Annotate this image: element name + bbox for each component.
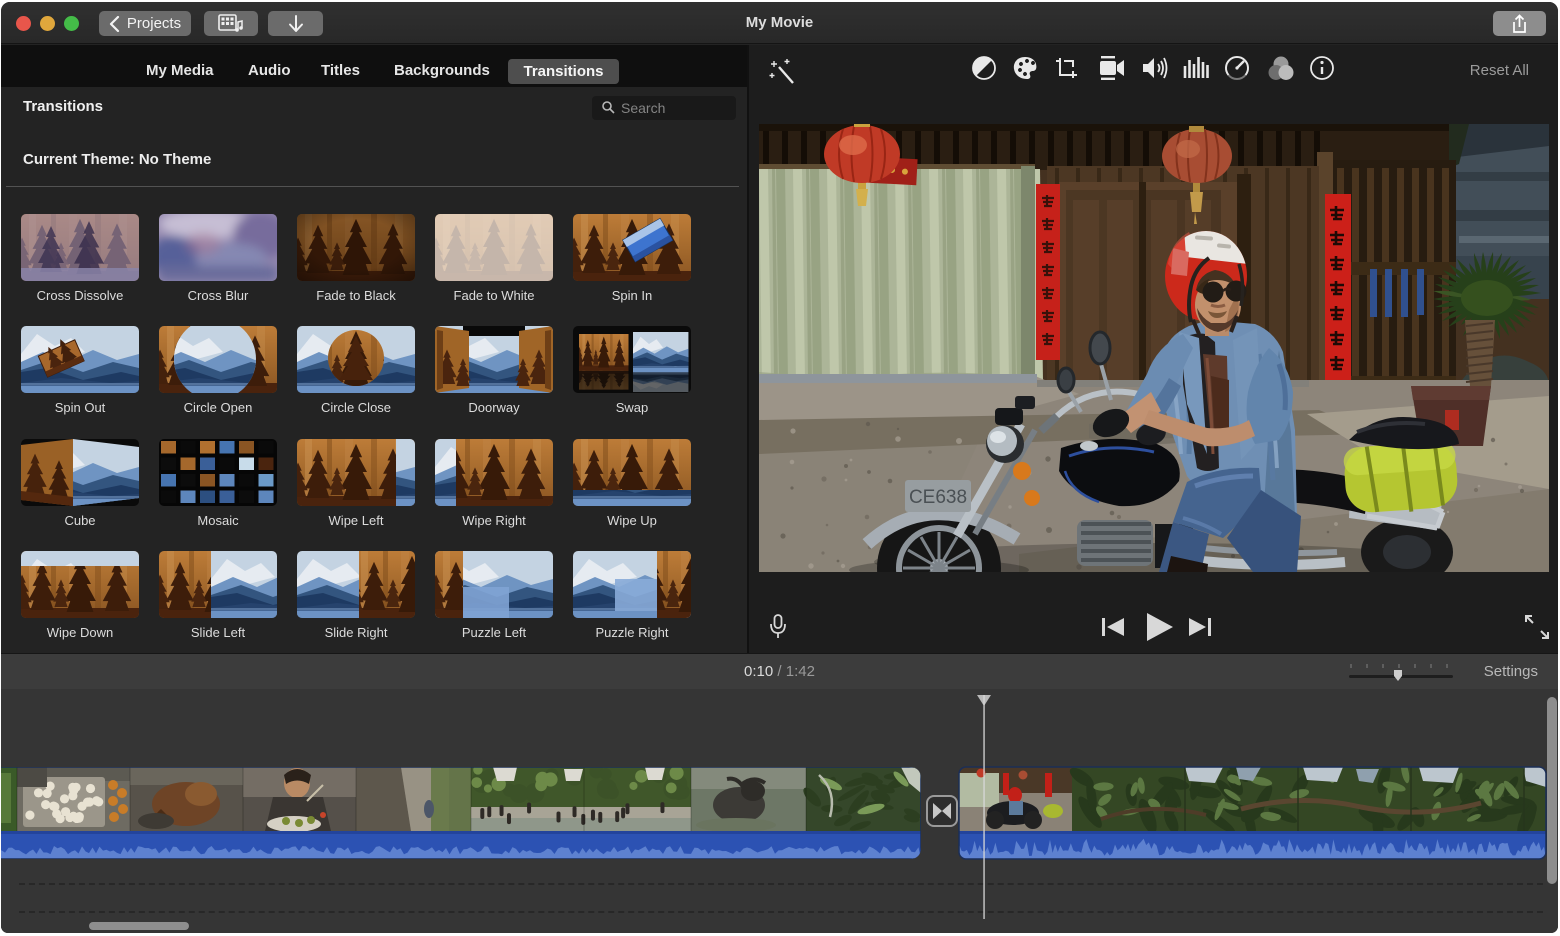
svg-text:CE638: CE638 xyxy=(909,487,967,508)
